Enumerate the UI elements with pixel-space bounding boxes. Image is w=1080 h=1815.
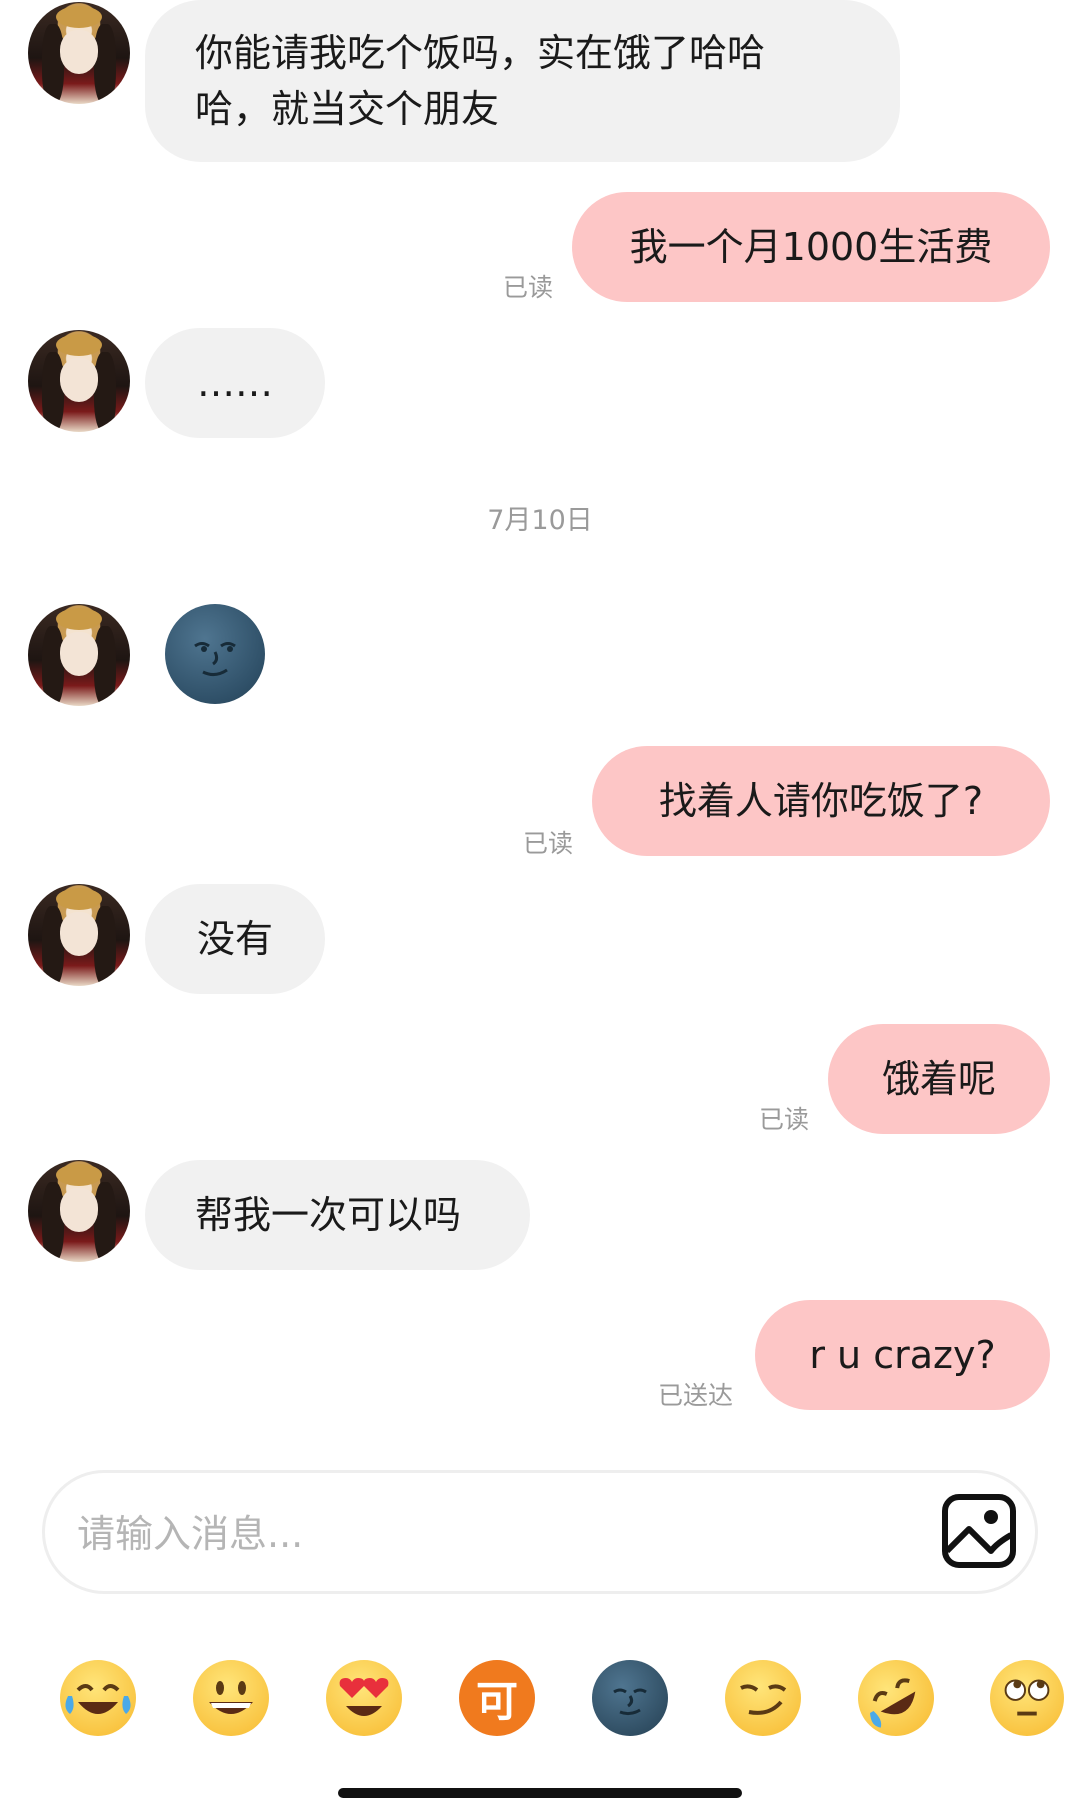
message-text: 找着人请你吃饭了? bbox=[658, 779, 984, 823]
message-composer bbox=[42, 1470, 1038, 1594]
incoming-message-bubble[interactable]: 帮我一次可以吗 bbox=[145, 1160, 530, 1270]
message-text: 我一个月1000生活费 bbox=[629, 225, 993, 269]
new-moon-face-icon[interactable] bbox=[592, 1660, 668, 1736]
tears-of-joy-icon[interactable] bbox=[60, 1660, 136, 1736]
message-text: r u crazy? bbox=[809, 1333, 996, 1377]
message-text: …… bbox=[197, 361, 273, 405]
message-input[interactable] bbox=[75, 1493, 939, 1575]
new-moon-face-emoji[interactable] bbox=[165, 604, 265, 704]
incoming-message-bubble[interactable]: 你能请我吃个饭吗，实在饿了哈哈 哈，就当交个朋友 bbox=[145, 0, 900, 162]
read-status: 已读 bbox=[523, 829, 574, 858]
outgoing-message-bubble[interactable]: 找着人请你吃饭了? bbox=[592, 746, 1050, 856]
smirking-face-icon[interactable] bbox=[725, 1660, 801, 1736]
grinning-face-icon[interactable] bbox=[193, 1660, 269, 1736]
avatar[interactable] bbox=[28, 330, 130, 432]
avatar[interactable] bbox=[28, 2, 130, 104]
avatar[interactable] bbox=[28, 604, 130, 706]
outgoing-message-bubble[interactable]: 饿着呢 bbox=[828, 1024, 1050, 1134]
outgoing-message-bubble[interactable]: 我一个月1000生活费 bbox=[572, 192, 1050, 302]
message-text: 帮我一次可以吗 bbox=[195, 1193, 462, 1237]
incoming-message-bubble[interactable]: …… bbox=[145, 328, 325, 438]
image-icon[interactable] bbox=[941, 1493, 1017, 1569]
emoji-bar: 可 bbox=[0, 1646, 1080, 1750]
rolling-on-floor-laughing-icon[interactable] bbox=[844, 1646, 948, 1750]
read-status: 已读 bbox=[759, 1105, 810, 1134]
avatar[interactable] bbox=[28, 884, 130, 986]
read-status: 已读 bbox=[503, 273, 554, 302]
delivered-status: 已送达 bbox=[658, 1381, 734, 1410]
avatar[interactable] bbox=[28, 1160, 130, 1262]
message-text: 饿着呢 bbox=[881, 1057, 996, 1101]
message-text: 你能请我吃个饭吗，实在饿了哈哈 bbox=[195, 31, 766, 75]
outgoing-message-bubble[interactable]: r u crazy? bbox=[755, 1300, 1050, 1410]
message-text: 哈，就当交个朋友 bbox=[195, 87, 500, 131]
heart-eyes-icon[interactable] bbox=[326, 1660, 402, 1736]
incoming-message-bubble[interactable]: 没有 bbox=[145, 884, 325, 994]
message-text: 没有 bbox=[196, 917, 273, 961]
ke-badge-icon[interactable]: 可 bbox=[459, 1660, 535, 1736]
ke-badge-label: 可 bbox=[475, 1676, 518, 1726]
eye-roll-icon[interactable] bbox=[990, 1660, 1064, 1736]
date-divider: 7月10日 bbox=[487, 505, 593, 536]
home-indicator[interactable] bbox=[338, 1788, 742, 1798]
